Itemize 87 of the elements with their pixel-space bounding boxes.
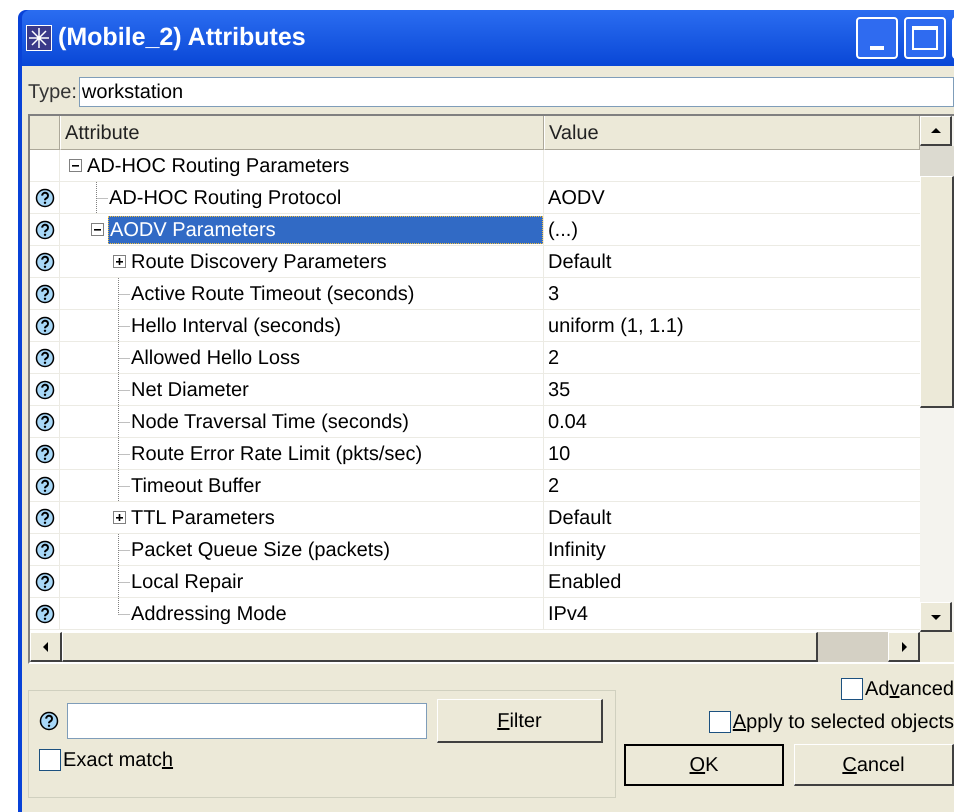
attribute-value[interactable]: Default [548, 246, 612, 276]
ok-button[interactable]: OK [624, 744, 784, 786]
tree-line [118, 406, 130, 438]
attribute-value[interactable]: uniform (1, 1.1) [548, 310, 684, 340]
filter-button[interactable]: Filter [437, 699, 603, 743]
attribute-value[interactable]: Infinity [548, 534, 606, 564]
column-header[interactable]: Attribute [60, 116, 544, 150]
left-arrow-icon [40, 642, 50, 652]
attribute-value[interactable]: Enabled [548, 566, 622, 596]
help-icon[interactable] [34, 604, 54, 624]
attribute-value[interactable]: 2 [548, 342, 560, 372]
type-field[interactable]: workstation [78, 77, 954, 107]
attribute-name[interactable]: AD-HOC Routing Parameters [86, 152, 543, 180]
attribute-name[interactable]: TTL Parameters [130, 504, 543, 532]
help-icon[interactable] [34, 508, 54, 528]
attribute-name[interactable]: Net Diameter [130, 376, 543, 404]
checkbox[interactable] [39, 749, 61, 771]
tree-line [118, 534, 130, 566]
expand-icon[interactable] [112, 255, 126, 268]
horizontal-scrollbar[interactable] [30, 632, 920, 662]
scroll-right-button[interactable] [888, 632, 920, 662]
vertical-scrollbar[interactable] [920, 116, 954, 632]
tree-line [96, 182, 108, 214]
scroll-thumb[interactable] [920, 176, 954, 408]
help-icon[interactable] [34, 316, 54, 336]
attribute-value[interactable]: 0.04 [548, 406, 587, 436]
tree-line [118, 278, 130, 310]
scrollbar-track[interactable] [920, 146, 954, 176]
scroll-thumb[interactable] [62, 632, 818, 662]
type-label: Type: [28, 80, 77, 105]
attribute-value[interactable]: 3 [548, 278, 560, 308]
attribute-name[interactable]: AD-HOC Routing Protocol [108, 184, 543, 212]
column-header [30, 116, 60, 150]
column-header[interactable]: Value [544, 116, 920, 150]
help-icon[interactable] [34, 540, 54, 560]
expand-icon[interactable] [112, 511, 126, 524]
window-title: (Mobile_2) Attributes [58, 22, 307, 54]
tree-line [118, 470, 130, 502]
checkbox[interactable] [841, 678, 864, 700]
attribute-value[interactable]: (...) [548, 214, 578, 244]
attribute-name[interactable]: Hello Interval (seconds) [130, 312, 543, 340]
tree-line [118, 438, 130, 470]
sparkle-icon [26, 25, 52, 51]
attribute-value[interactable]: IPv4 [548, 598, 588, 628]
attribute-name[interactable]: Route Error Rate Limit (pkts/sec) [130, 440, 543, 468]
help-icon[interactable] [34, 188, 54, 208]
cancel-button[interactable]: Cancel [794, 744, 954, 786]
attribute-value[interactable]: Default [548, 502, 612, 532]
help-icon[interactable] [34, 412, 54, 432]
exact-match-label[interactable]: Exact match [63, 745, 174, 775]
attribute-name[interactable]: Timeout Buffer [130, 472, 543, 500]
tree-line [118, 342, 130, 374]
help-icon[interactable] [34, 572, 54, 592]
help-icon[interactable] [34, 444, 54, 464]
help-icon[interactable] [34, 380, 54, 400]
attribute-value[interactable]: 10 [548, 438, 570, 468]
attribute-name[interactable]: Node Traversal Time (seconds) [130, 408, 543, 436]
checkbox[interactable] [708, 711, 731, 733]
help-icon[interactable] [34, 348, 54, 368]
attribute-name[interactable]: Route Discovery Parameters [130, 248, 543, 276]
help-icon[interactable] [34, 252, 54, 272]
attribute-name[interactable]: Active Route Timeout (seconds) [130, 280, 543, 308]
attribute-value[interactable]: 35 [548, 374, 570, 404]
apply-to-selected-label[interactable]: Apply to selected objects [732, 707, 954, 737]
help-icon[interactable] [34, 220, 54, 240]
attribute-value[interactable]: AODV [548, 182, 605, 212]
maximize-button[interactable] [904, 17, 946, 59]
collapse-icon[interactable] [90, 223, 104, 236]
advanced-label[interactable]: Advanced [865, 674, 954, 704]
attribute-value[interactable]: 2 [548, 470, 560, 500]
attribute-name[interactable]: Allowed Hello Loss [130, 344, 543, 372]
attribute-name[interactable]: Local Repair [130, 568, 543, 596]
tree-line [118, 310, 130, 342]
up-arrow-icon [930, 126, 940, 136]
help-icon[interactable] [34, 476, 54, 496]
tree-line [118, 374, 130, 406]
minimize-button[interactable] [856, 17, 898, 59]
filter-field[interactable] [67, 703, 427, 739]
attribute-name[interactable]: Addressing Mode [130, 600, 543, 628]
scroll-down-button[interactable] [920, 602, 952, 632]
scroll-up-button[interactable] [920, 116, 952, 146]
help-icon[interactable] [34, 284, 54, 304]
help-icon[interactable] [39, 711, 59, 731]
attribute-name[interactable]: AODV Parameters [108, 216, 543, 244]
attribute-name[interactable]: Packet Queue Size (packets) [130, 536, 543, 564]
scroll-left-button[interactable] [30, 632, 62, 662]
collapse-icon[interactable] [68, 159, 82, 172]
